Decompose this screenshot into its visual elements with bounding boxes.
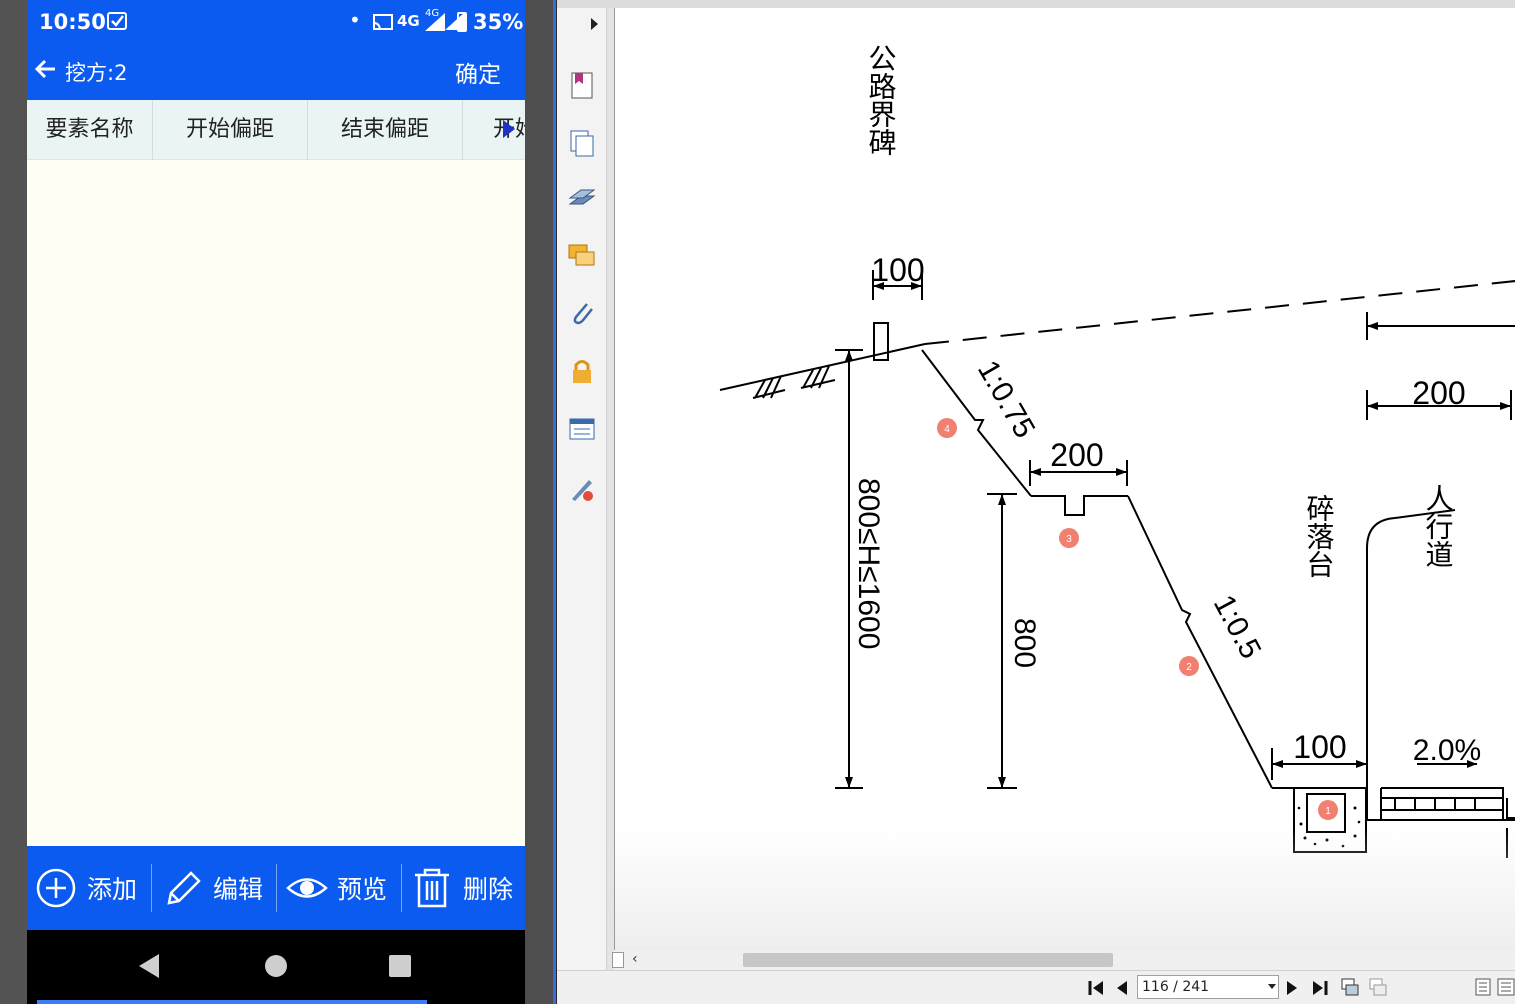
first-page-icon[interactable] xyxy=(1087,979,1105,997)
page-navigation-toolbar: 116 / 241 xyxy=(557,970,1515,1004)
scroll-right-icon[interactable] xyxy=(503,120,515,138)
edit-button[interactable]: 编辑 xyxy=(161,846,263,930)
previous-page-icon[interactable] xyxy=(1115,979,1129,997)
page-number-input[interactable]: 116 / 241 xyxy=(1137,975,1279,999)
column-header[interactable]: 开始偏距 xyxy=(153,100,308,160)
bottom-action-bar: 添加 编辑 预览 删除 xyxy=(27,846,525,930)
column-header[interactable]: 要素名称 xyxy=(27,100,153,160)
dropdown-arrow-icon[interactable] xyxy=(1268,984,1276,989)
dimension-label: 100 xyxy=(1293,729,1346,765)
scroll-left-icon[interactable]: ‹ xyxy=(632,951,638,967)
dot-icon: • xyxy=(349,8,361,32)
app-bar: 挖方:2 确定 xyxy=(27,46,525,100)
add-button[interactable]: 添加 xyxy=(35,846,137,930)
annotation-marker-number: 4 xyxy=(944,424,950,435)
annotation-marker-number: 3 xyxy=(1066,534,1072,545)
lock-icon[interactable] xyxy=(567,356,597,386)
grade-label: 2.0% xyxy=(1413,734,1481,767)
column-header[interactable]: 开始 xyxy=(463,100,525,160)
side-panel xyxy=(557,8,607,970)
document-canvas: 公路界碑 100 200 200 100 2.0% 1:0.75 1:0.5 8… xyxy=(614,8,1515,950)
android-nav-bar xyxy=(27,930,525,1004)
divider xyxy=(401,864,402,912)
divider xyxy=(151,864,152,912)
slope-label: 1:0.5 xyxy=(1207,590,1267,664)
status-time: 10:50 xyxy=(39,10,106,34)
continuous-view-icon[interactable] xyxy=(1497,978,1515,996)
progress-line xyxy=(37,1000,427,1004)
page-number-value: 116 / 241 xyxy=(1142,979,1210,995)
back-arrow-icon[interactable] xyxy=(33,56,59,82)
nav-recents-icon[interactable] xyxy=(389,955,411,977)
bookmark-icon[interactable] xyxy=(567,70,597,100)
single-page-view-icon[interactable] xyxy=(1475,978,1491,996)
window-divider xyxy=(553,0,556,1004)
dimension-label: 200 xyxy=(1412,375,1465,411)
nav-back-icon[interactable] xyxy=(139,954,159,978)
edit-label: 编辑 xyxy=(213,875,264,904)
dimension-label: 800 xyxy=(1008,618,1041,668)
network-type-2: 4G xyxy=(425,8,440,19)
phone-mirror-frame: 10:50 • 4G 4G 35% 挖方:2 确定 要素名称 开始偏距 结束偏距… xyxy=(0,0,556,1004)
delete-button[interactable]: 删除 xyxy=(411,846,513,930)
phone-frame-right xyxy=(525,0,556,1004)
dimension-label: 200 xyxy=(1050,437,1103,473)
dimension-label-range: 800≤H≤1600 xyxy=(852,478,885,649)
preview-button[interactable]: 预览 xyxy=(285,846,387,930)
road-cross-section-drawing: 公路界碑 100 200 200 100 2.0% 1:0.75 1:0.5 8… xyxy=(719,44,1515,858)
network-type: 4G xyxy=(397,12,420,30)
previous-view-icon[interactable] xyxy=(1340,977,1360,997)
battery-level: 35% xyxy=(473,10,524,34)
next-view-icon[interactable] xyxy=(1368,977,1388,997)
form-fields-icon[interactable] xyxy=(567,414,597,444)
annotation-marker-number: 1 xyxy=(1325,806,1331,817)
notification-check-icon xyxy=(107,12,127,30)
signature-icon[interactable] xyxy=(567,474,597,504)
confirm-button[interactable]: 确定 xyxy=(455,55,501,89)
slope-label: 1:0.75 xyxy=(971,355,1041,444)
status-bar: 10:50 • 4G 4G 35% xyxy=(27,0,525,46)
label-boundary-marker: 公路界碑 xyxy=(866,44,897,156)
pdf-viewer: 公路界碑 100 200 200 100 2.0% 1:0.75 1:0.5 8… xyxy=(557,0,1515,1004)
column-header[interactable]: 结束偏距 xyxy=(308,100,463,160)
trash-icon xyxy=(411,867,453,909)
table-body xyxy=(27,161,525,846)
cast-icon xyxy=(373,14,393,30)
screen-title: 挖方:2 xyxy=(65,61,128,85)
dimension-label: 100 xyxy=(871,252,924,288)
table-header: 要素名称 开始偏距 结束偏距 开始 xyxy=(27,100,525,160)
nav-home-icon[interactable] xyxy=(265,955,287,977)
annotation-marker-number: 2 xyxy=(1186,662,1192,673)
layers-icon[interactable] xyxy=(567,184,597,214)
label-rockfall-platform: 碎落台 xyxy=(1304,494,1335,578)
label-sidewalk: 人行道 xyxy=(1423,484,1454,568)
comments-icon[interactable] xyxy=(567,241,597,271)
next-page-icon[interactable] xyxy=(1285,979,1299,997)
pencil-icon xyxy=(161,867,203,909)
last-page-icon[interactable] xyxy=(1311,979,1329,997)
pages-icon[interactable] xyxy=(567,128,597,158)
battery-icon xyxy=(457,12,467,32)
horizontal-scrollbar[interactable]: ‹ xyxy=(612,950,1515,970)
bottom-fade xyxy=(615,828,1515,950)
expand-panel-icon[interactable] xyxy=(591,18,598,30)
panel-splitter[interactable] xyxy=(607,8,614,970)
eye-icon xyxy=(285,867,329,909)
attachment-icon[interactable] xyxy=(567,298,597,328)
plus-circle-icon xyxy=(35,867,77,909)
phone-screen: 10:50 • 4G 4G 35% 挖方:2 确定 要素名称 开始偏距 结束偏距… xyxy=(27,0,525,1004)
viewer-top-strip xyxy=(557,0,1515,8)
scroll-corner xyxy=(612,952,624,968)
scrollbar-thumb[interactable] xyxy=(743,953,1113,967)
delete-label: 删除 xyxy=(463,875,514,904)
divider xyxy=(276,864,277,912)
add-label: 添加 xyxy=(87,875,138,904)
preview-label: 预览 xyxy=(337,875,388,904)
